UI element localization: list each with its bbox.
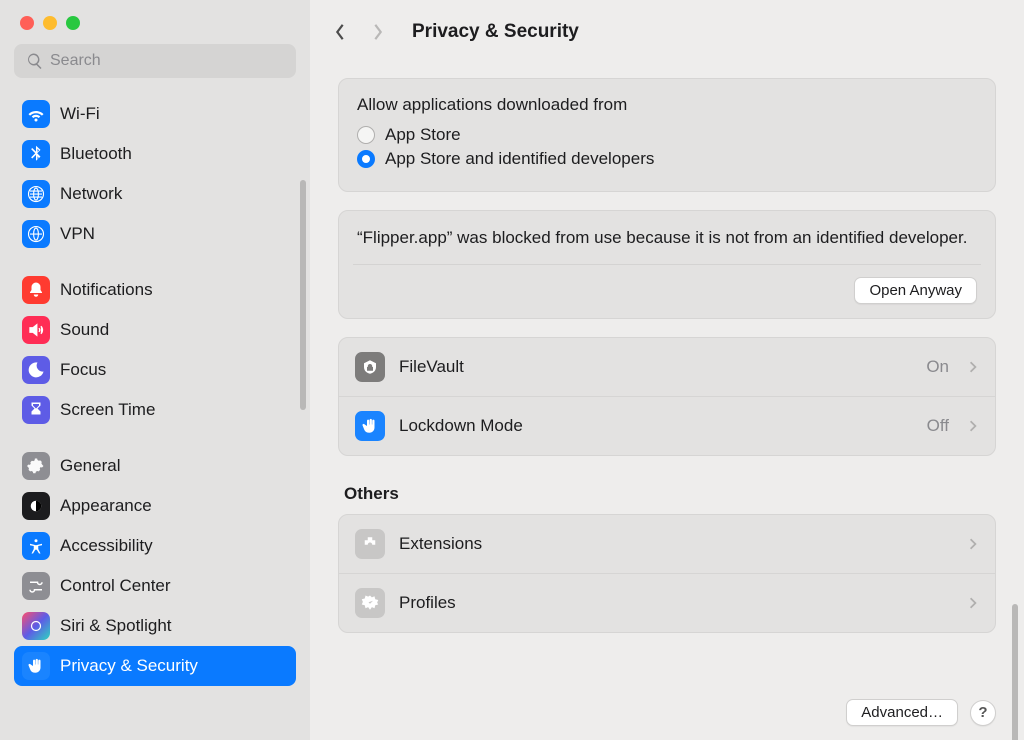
row-label: Lockdown Mode bbox=[399, 416, 913, 436]
radio-icon bbox=[357, 126, 375, 144]
blocked-app-card: “Flipper.app” was blocked from use becau… bbox=[338, 210, 996, 319]
row-label: Extensions bbox=[399, 534, 949, 554]
sidebar-item-label: Siri & Spotlight bbox=[60, 616, 172, 636]
search-icon bbox=[26, 52, 44, 70]
search-container bbox=[0, 30, 310, 88]
vpn-icon bbox=[22, 220, 50, 248]
footer-actions: Advanced… ? bbox=[846, 699, 996, 726]
advanced-button[interactable]: Advanced… bbox=[846, 699, 958, 726]
sidebar-item-notifications[interactable]: Notifications bbox=[14, 270, 296, 310]
sidebar-item-label: Appearance bbox=[60, 496, 152, 516]
allow-apps-card: Allow applications downloaded from App S… bbox=[338, 78, 996, 192]
sidebar-item-vpn[interactable]: VPN bbox=[14, 214, 296, 254]
blocked-app-message: “Flipper.app” was blocked from use becau… bbox=[357, 227, 977, 250]
sliders-icon bbox=[22, 572, 50, 600]
sidebar-item-label: Wi-Fi bbox=[60, 104, 100, 124]
sidebar-item-wifi[interactable]: Wi-Fi bbox=[14, 94, 296, 134]
radio-app-store[interactable]: App Store bbox=[357, 125, 977, 145]
toolbar: Privacy & Security bbox=[310, 0, 1024, 64]
back-button[interactable] bbox=[330, 22, 350, 42]
sidebar-item-label: Focus bbox=[60, 360, 106, 380]
sidebar-item-accessibility[interactable]: Accessibility bbox=[14, 526, 296, 566]
sidebar-list[interactable]: Wi-Fi Bluetooth Network VPN Notification… bbox=[0, 88, 310, 740]
radio-app-store-identified[interactable]: App Store and identified developers bbox=[357, 149, 977, 169]
extensions-icon bbox=[355, 529, 385, 559]
sidebar-item-label: Accessibility bbox=[60, 536, 153, 556]
content-scrollbar[interactable] bbox=[1012, 604, 1018, 740]
sidebar-item-label: Notifications bbox=[60, 280, 153, 300]
sidebar: Wi-Fi Bluetooth Network VPN Notification… bbox=[0, 0, 310, 740]
sidebar-item-privacy-security[interactable]: Privacy & Security bbox=[14, 646, 296, 686]
hand-icon bbox=[22, 652, 50, 680]
sidebar-item-siri-spotlight[interactable]: Siri & Spotlight bbox=[14, 606, 296, 646]
window-controls bbox=[0, 0, 310, 30]
sidebar-item-network[interactable]: Network bbox=[14, 174, 296, 214]
zoom-window-button[interactable] bbox=[66, 16, 80, 30]
radio-label: App Store and identified developers bbox=[385, 149, 654, 169]
others-list: Extensions Profiles bbox=[338, 514, 996, 633]
sidebar-scrollbar[interactable] bbox=[300, 180, 306, 410]
help-button[interactable]: ? bbox=[970, 700, 996, 726]
sidebar-item-label: Sound bbox=[60, 320, 109, 340]
sidebar-item-label: Screen Time bbox=[60, 400, 155, 420]
chevron-right-icon bbox=[969, 419, 979, 433]
sidebar-item-bluetooth[interactable]: Bluetooth bbox=[14, 134, 296, 174]
chevron-right-icon bbox=[969, 596, 979, 610]
row-filevault[interactable]: FileVault On bbox=[339, 338, 995, 396]
sidebar-item-screen-time[interactable]: Screen Time bbox=[14, 390, 296, 430]
radio-label: App Store bbox=[385, 125, 461, 145]
row-value: On bbox=[926, 357, 949, 377]
gear-icon bbox=[22, 452, 50, 480]
appearance-icon bbox=[22, 492, 50, 520]
bell-icon bbox=[22, 276, 50, 304]
siri-icon bbox=[22, 612, 50, 640]
sidebar-item-label: VPN bbox=[60, 224, 95, 244]
moon-icon bbox=[22, 356, 50, 384]
radio-icon bbox=[357, 150, 375, 168]
sidebar-item-appearance[interactable]: Appearance bbox=[14, 486, 296, 526]
allow-apps-title: Allow applications downloaded from bbox=[357, 95, 977, 115]
search-input[interactable] bbox=[14, 44, 296, 78]
network-icon bbox=[22, 180, 50, 208]
row-label: FileVault bbox=[399, 357, 912, 377]
row-profiles[interactable]: Profiles bbox=[339, 573, 995, 632]
open-anyway-button[interactable]: Open Anyway bbox=[854, 277, 977, 304]
others-section-label: Others bbox=[344, 484, 992, 504]
profiles-icon bbox=[355, 588, 385, 618]
wifi-icon bbox=[22, 100, 50, 128]
sidebar-item-sound[interactable]: Sound bbox=[14, 310, 296, 350]
security-list: FileVault On Lockdown Mode Off bbox=[338, 337, 996, 456]
content-area: Allow applications downloaded from App S… bbox=[310, 64, 1024, 740]
hourglass-icon bbox=[22, 396, 50, 424]
sidebar-item-focus[interactable]: Focus bbox=[14, 350, 296, 390]
sidebar-item-label: Privacy & Security bbox=[60, 656, 198, 676]
page-title: Privacy & Security bbox=[412, 21, 579, 43]
sidebar-item-label: Control Center bbox=[60, 576, 171, 596]
chevron-right-icon bbox=[969, 537, 979, 551]
forward-button[interactable] bbox=[368, 22, 388, 42]
row-extensions[interactable]: Extensions bbox=[339, 515, 995, 573]
row-value: Off bbox=[927, 416, 949, 436]
filevault-icon bbox=[355, 352, 385, 382]
sidebar-item-general[interactable]: General bbox=[14, 446, 296, 486]
sound-icon bbox=[22, 316, 50, 344]
sidebar-item-label: Bluetooth bbox=[60, 144, 132, 164]
main-panel: Privacy & Security Allow applications do… bbox=[310, 0, 1024, 740]
row-label: Profiles bbox=[399, 593, 949, 613]
close-window-button[interactable] bbox=[20, 16, 34, 30]
sidebar-item-label: Network bbox=[60, 184, 122, 204]
chevron-right-icon bbox=[969, 360, 979, 374]
row-lockdown-mode[interactable]: Lockdown Mode Off bbox=[339, 396, 995, 455]
lockdown-icon bbox=[355, 411, 385, 441]
minimize-window-button[interactable] bbox=[43, 16, 57, 30]
bluetooth-icon bbox=[22, 140, 50, 168]
divider bbox=[353, 264, 981, 265]
accessibility-icon bbox=[22, 532, 50, 560]
sidebar-item-label: General bbox=[60, 456, 120, 476]
sidebar-item-control-center[interactable]: Control Center bbox=[14, 566, 296, 606]
